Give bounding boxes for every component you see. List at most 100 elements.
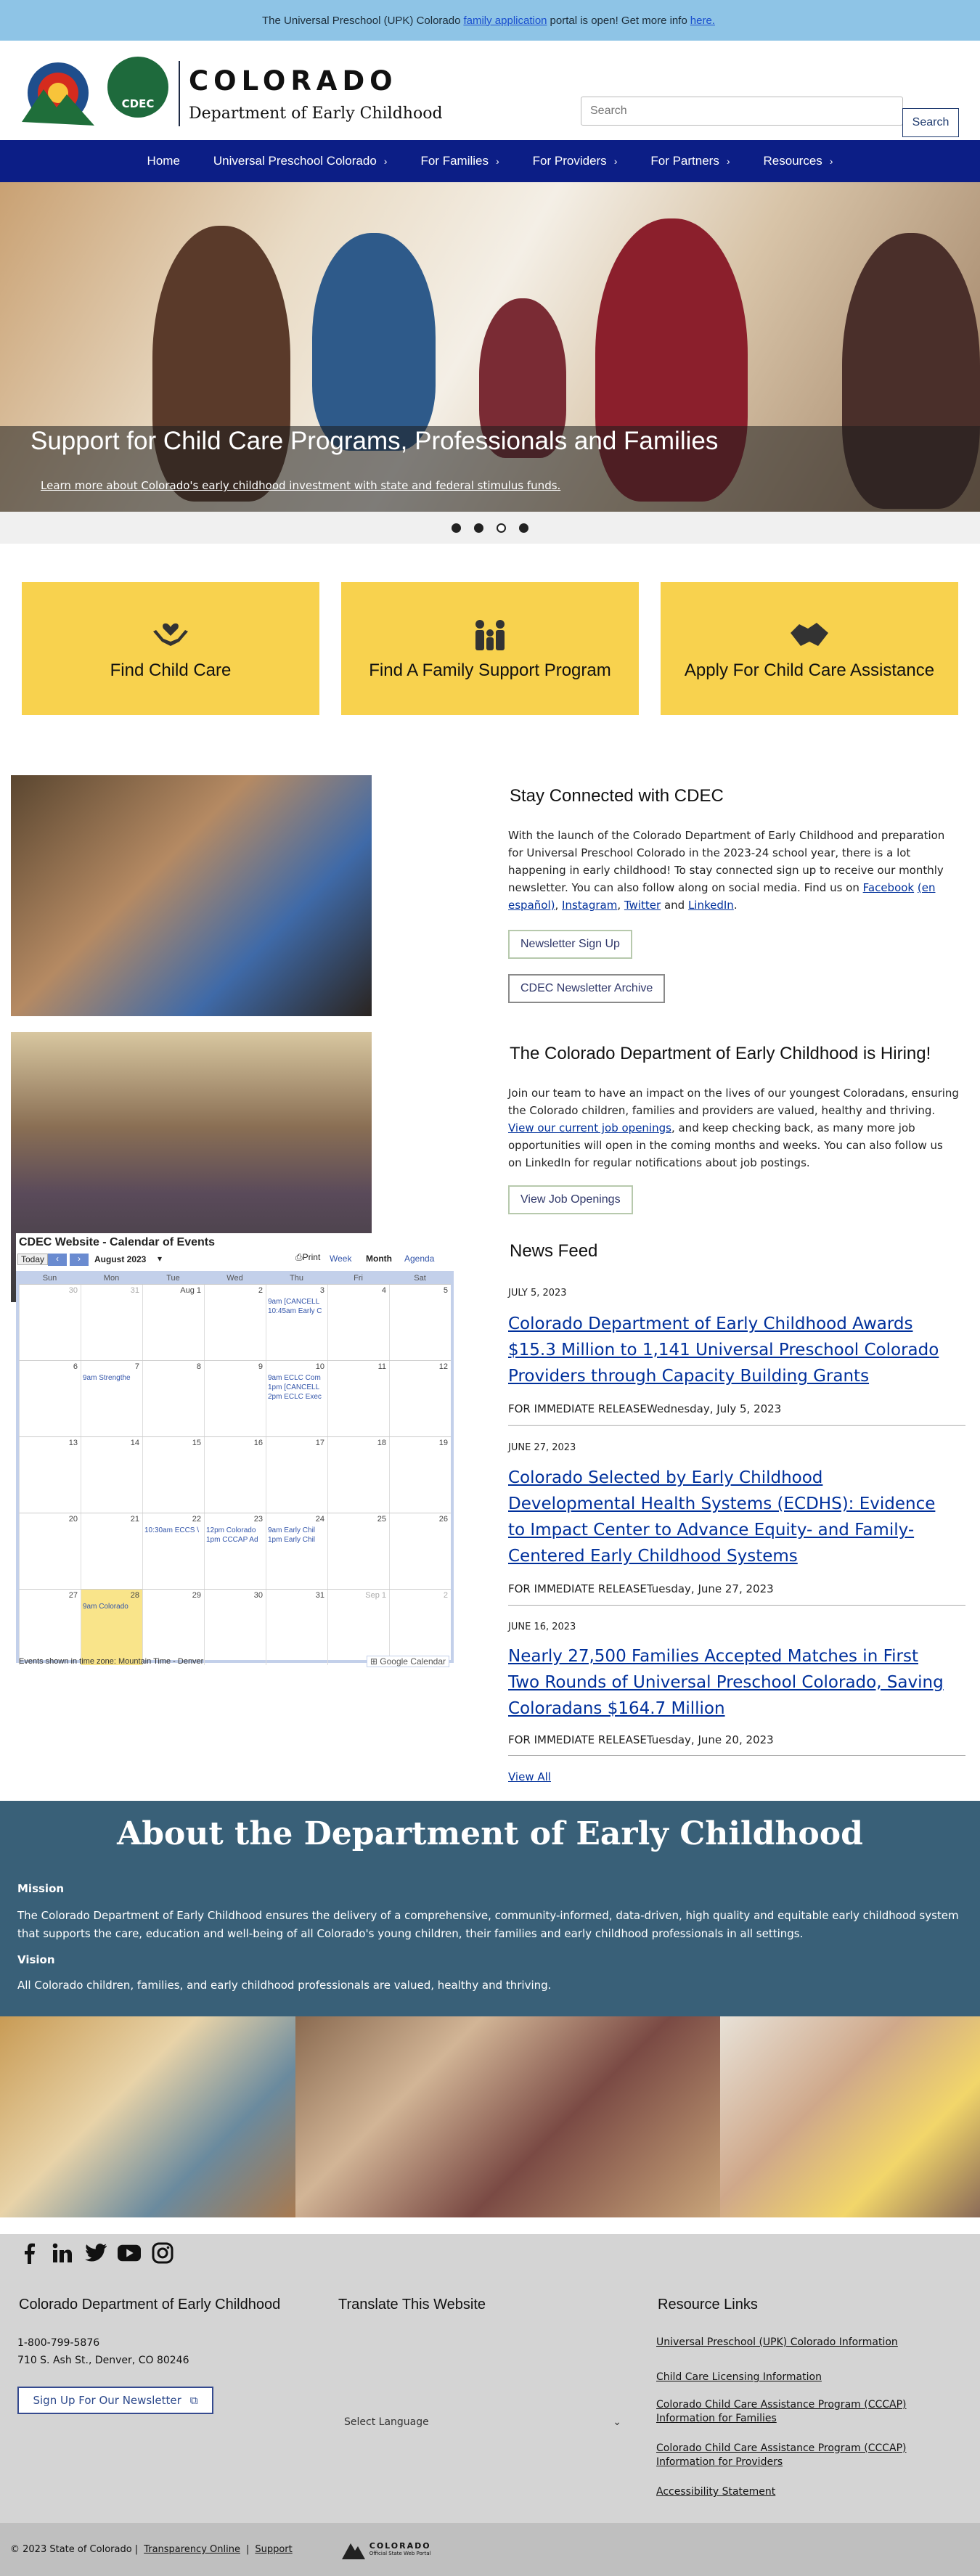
calendar-event[interactable]: 1pm CCCAP Ad — [206, 1536, 264, 1544]
nav-home[interactable]: Home — [131, 154, 197, 168]
carousel-dot[interactable] — [452, 523, 461, 533]
instagram-icon[interactable] — [151, 2241, 174, 2265]
calendar-day[interactable]: 12 — [389, 1361, 451, 1436]
carousel-dot-active[interactable] — [497, 523, 506, 533]
resource-link[interactable]: Colorado Child Care Assistance Program (… — [656, 2398, 932, 2426]
resource-link[interactable]: Universal Preschool (UPK) Colorado Infor… — [656, 2336, 932, 2350]
calendar-day[interactable]: Aug 1 — [142, 1285, 204, 1360]
calendar-day[interactable]: 4 — [327, 1285, 389, 1360]
twitter-icon[interactable] — [84, 2241, 107, 2265]
carousel-dot[interactable] — [474, 523, 483, 533]
calendar-day[interactable]: 29 — [142, 1590, 204, 1665]
calendar-day[interactable]: 20 — [19, 1513, 81, 1589]
calendar-event[interactable]: 10:45am Early C — [268, 1307, 326, 1315]
calendar-day[interactable]: 27 — [19, 1590, 81, 1665]
support-link[interactable]: Support — [255, 2544, 292, 2555]
calendar-day[interactable]: 6 — [19, 1361, 81, 1436]
view-job-openings-button[interactable]: View Job Openings — [508, 1185, 633, 1214]
language-select[interactable]: Select Language ⌄ — [338, 2411, 629, 2433]
search-button[interactable]: Search — [902, 108, 959, 137]
more-info-link[interactable]: here. — [690, 15, 715, 27]
calendar-event[interactable]: 9am Colorado — [83, 1603, 141, 1611]
calendar-day[interactable]: 31 — [81, 1285, 142, 1360]
job-openings-link[interactable]: View our current job openings — [508, 1121, 671, 1134]
calendar-event[interactable]: 1pm [CANCELL — [268, 1383, 326, 1391]
youtube-icon[interactable] — [118, 2241, 141, 2265]
twitter-link[interactable]: Twitter — [624, 899, 661, 912]
calendar-day[interactable]: 3 9am [CANCELL 10:45am Early C — [266, 1285, 327, 1360]
prev-month-button[interactable]: ‹ — [48, 1254, 67, 1266]
nav-for-partners[interactable]: For Partners › — [634, 154, 746, 168]
calendar-day[interactable]: 16 — [204, 1437, 266, 1513]
calendar-day[interactable]: 14 — [81, 1437, 142, 1513]
calendar-day[interactable]: 13 — [19, 1437, 81, 1513]
calendar-day[interactable]: 9 — [204, 1361, 266, 1436]
news-title-link[interactable]: Colorado Selected by Early Childhood Dev… — [508, 1465, 944, 1569]
agenda-view-tab[interactable]: Agenda — [404, 1254, 434, 1264]
calendar-day[interactable]: 19 — [389, 1437, 451, 1513]
calendar-day[interactable]: 22 10:30am ECCS \ — [142, 1513, 204, 1589]
calendar-day[interactable]: 5 — [389, 1285, 451, 1360]
calendar-day[interactable]: 2 — [204, 1285, 266, 1360]
resource-link[interactable]: Colorado Child Care Assistance Program (… — [656, 2442, 932, 2469]
calendar-day[interactable]: 8 — [142, 1361, 204, 1436]
today-button[interactable]: Today — [17, 1254, 49, 1265]
hero-link[interactable]: Learn more about Colorado's early childh… — [41, 479, 560, 492]
card-find-child-care[interactable]: Find Child Care — [22, 582, 319, 715]
calendar-day[interactable]: 2 — [389, 1590, 451, 1665]
calendar-event[interactable]: 9am Early Chil — [268, 1526, 326, 1534]
newsletter-signup-button[interactable]: Newsletter Sign Up — [508, 930, 632, 959]
calendar-day[interactable]: 23 12pm Colorado 1pm CCCAP Ad — [204, 1513, 266, 1589]
calendar-day[interactable]: 7 9am Strengthe — [81, 1361, 142, 1436]
resource-link[interactable]: Accessibility Statement — [656, 2485, 932, 2499]
calendar-event[interactable]: 9am ECLC Com — [268, 1374, 326, 1382]
calendar-day[interactable]: 28 9am Colorado — [81, 1590, 142, 1665]
nav-resources[interactable]: Resources › — [747, 154, 850, 168]
calendar-event[interactable]: 1pm Early Chil — [268, 1536, 326, 1544]
facebook-icon[interactable] — [17, 2241, 41, 2265]
colorado-logo-icon[interactable] — [22, 57, 102, 136]
calendar-day[interactable]: 15 — [142, 1437, 204, 1513]
calendar-day[interactable]: 10 9am ECLC Com 1pm [CANCELL 2pm ECLC Exec — [266, 1361, 327, 1436]
resource-link[interactable]: Child Care Licensing Information — [656, 2371, 932, 2384]
next-month-button[interactable]: › — [70, 1254, 89, 1266]
calendar-day[interactable]: 25 — [327, 1513, 389, 1589]
calendar-day[interactable]: 26 — [389, 1513, 451, 1589]
calendar-event[interactable]: 10:30am ECCS \ — [144, 1526, 203, 1534]
google-calendar-button[interactable]: ⊞ Google Calendar — [366, 1656, 449, 1667]
search-input[interactable] — [581, 97, 903, 126]
linkedin-icon[interactable] — [51, 2241, 74, 2265]
calendar-day[interactable]: 21 — [81, 1513, 142, 1589]
calendar-event[interactable]: 2pm ECLC Exec — [268, 1393, 326, 1401]
news-title-link[interactable]: Colorado Department of Early Childhood A… — [508, 1311, 944, 1389]
facebook-link[interactable]: Facebook — [863, 881, 914, 894]
month-view-tab[interactable]: Month — [366, 1254, 392, 1264]
calendar-event[interactable]: 12pm Colorado — [206, 1526, 264, 1534]
site-subtitle[interactable]: Department of Early Childhood — [189, 105, 443, 123]
calendar-event[interactable]: 9am [CANCELL — [268, 1298, 326, 1306]
card-child-care-assistance[interactable]: Apply For Child Care Assistance — [661, 582, 958, 715]
nav-for-providers[interactable]: For Providers › — [516, 154, 634, 168]
week-view-tab[interactable]: Week — [330, 1254, 351, 1264]
calendar-day[interactable]: 17 — [266, 1437, 327, 1513]
print-button[interactable]: ⎙Print — [295, 1252, 320, 1263]
carousel-dot[interactable] — [519, 523, 528, 533]
month-dropdown-icon[interactable]: ▾ — [158, 1254, 162, 1264]
view-all-news-link[interactable]: View All — [508, 1770, 551, 1783]
newsletter-archive-button[interactable]: CDEC Newsletter Archive — [508, 974, 666, 1003]
calendar-day[interactable]: 18 — [327, 1437, 389, 1513]
nav-universal-preschool[interactable]: Universal Preschool Colorado › — [197, 154, 404, 168]
linkedin-link[interactable]: LinkedIn — [688, 899, 734, 912]
calendar-day[interactable]: 24 9am Early Chil 1pm Early Chil — [266, 1513, 327, 1589]
calendar-day[interactable]: 31 — [266, 1590, 327, 1665]
news-title-link[interactable]: Nearly 27,500 Families Accepted Matches … — [508, 1643, 944, 1722]
calendar-day[interactable]: 30 — [204, 1590, 266, 1665]
calendar-event[interactable]: 9am Strengthe — [83, 1374, 141, 1382]
calendar-day[interactable]: Sep 1 — [327, 1590, 389, 1665]
footer-newsletter-button[interactable]: Sign Up For Our Newsletter ⧉ — [17, 2387, 213, 2414]
card-family-support[interactable]: Find A Family Support Program — [341, 582, 639, 715]
nav-for-families[interactable]: For Families › — [404, 154, 515, 168]
family-application-link[interactable]: family application — [463, 15, 547, 27]
site-title[interactable]: COLORADO — [189, 65, 398, 97]
calendar-day[interactable]: 11 — [327, 1361, 389, 1436]
